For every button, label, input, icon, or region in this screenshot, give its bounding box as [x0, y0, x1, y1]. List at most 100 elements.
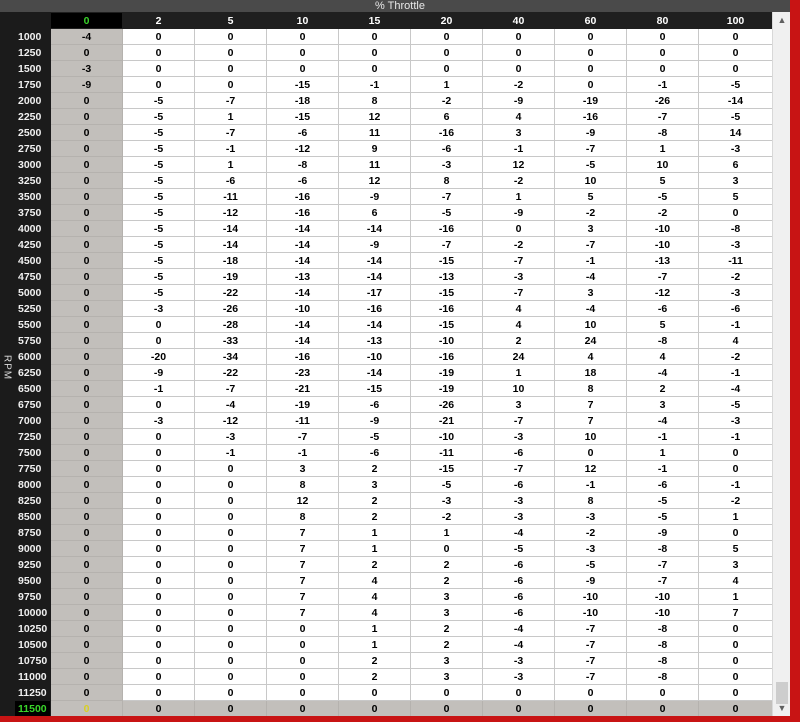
- row-header-rpm[interactable]: 11250: [14, 684, 51, 701]
- table-cell[interactable]: -3: [698, 284, 772, 301]
- table-cell[interactable]: -5: [410, 476, 483, 493]
- table-cell[interactable]: -6: [626, 476, 699, 493]
- table-cell[interactable]: -28: [194, 316, 267, 333]
- table-cell[interactable]: -7: [626, 268, 699, 285]
- table-cell[interactable]: -3: [554, 540, 627, 557]
- table-cell[interactable]: 9: [338, 140, 411, 157]
- table-cell[interactable]: 0: [50, 108, 123, 125]
- table-cell[interactable]: 0: [50, 684, 123, 701]
- table-cell[interactable]: -5: [122, 284, 195, 301]
- table-cell[interactable]: 1: [482, 188, 555, 205]
- table-cell[interactable]: -10: [410, 428, 483, 445]
- table-cell[interactable]: -6: [338, 396, 411, 413]
- table-cell[interactable]: 0: [698, 700, 772, 716]
- table-cell[interactable]: 0: [122, 44, 195, 61]
- table-cell[interactable]: -8: [698, 220, 772, 237]
- table-cell[interactable]: -1: [554, 252, 627, 269]
- table-cell[interactable]: -1: [554, 476, 627, 493]
- table-cell[interactable]: -5: [410, 204, 483, 221]
- table-cell[interactable]: 0: [194, 44, 267, 61]
- table-cell[interactable]: 2: [482, 332, 555, 349]
- table-cell[interactable]: 3: [410, 588, 483, 605]
- row-header-rpm[interactable]: 9250: [14, 556, 51, 573]
- row-header-rpm[interactable]: 7750: [14, 460, 51, 477]
- table-cell[interactable]: -10: [410, 332, 483, 349]
- table-cell[interactable]: 7: [266, 556, 339, 573]
- fuel-trim-grid[interactable]: 0 2 5 10 15 20 40 60 80 100 1000 -4 0 0 0 0 0 0 0 0 0 1250 0 0…: [14, 12, 772, 716]
- table-cell[interactable]: 0: [698, 684, 772, 701]
- table-cell[interactable]: 2: [410, 620, 483, 637]
- table-cell[interactable]: 0: [122, 476, 195, 493]
- table-cell[interactable]: -18: [266, 92, 339, 109]
- table-cell[interactable]: -6: [698, 300, 772, 317]
- table-cell[interactable]: 3: [338, 476, 411, 493]
- table-cell[interactable]: 12: [338, 108, 411, 125]
- table-cell[interactable]: 0: [50, 412, 123, 429]
- table-cell[interactable]: 1: [410, 76, 483, 93]
- table-cell[interactable]: 0: [122, 444, 195, 461]
- table-cell[interactable]: 3: [266, 460, 339, 477]
- table-cell[interactable]: 0: [194, 604, 267, 621]
- table-cell[interactable]: -22: [194, 364, 267, 381]
- table-cell[interactable]: 5: [698, 188, 772, 205]
- table-cell[interactable]: 0: [338, 60, 411, 77]
- table-cell[interactable]: 5: [554, 188, 627, 205]
- table-cell[interactable]: -4: [482, 636, 555, 653]
- table-cell[interactable]: 0: [554, 60, 627, 77]
- row-header-rpm[interactable]: 3500: [14, 188, 51, 205]
- table-cell[interactable]: 0: [194, 700, 267, 716]
- table-cell[interactable]: -7: [626, 556, 699, 573]
- table-cell[interactable]: 0: [410, 60, 483, 77]
- table-cell[interactable]: -8: [626, 636, 699, 653]
- table-cell[interactable]: 0: [338, 44, 411, 61]
- table-cell[interactable]: -5: [122, 204, 195, 221]
- row-header-rpm[interactable]: 3000: [14, 156, 51, 173]
- table-cell[interactable]: 4: [482, 316, 555, 333]
- table-cell[interactable]: 0: [50, 700, 123, 716]
- table-cell[interactable]: -6: [482, 604, 555, 621]
- table-cell[interactable]: -1: [626, 460, 699, 477]
- row-header-rpm[interactable]: 10250: [14, 620, 51, 637]
- table-cell[interactable]: 0: [50, 572, 123, 589]
- table-cell[interactable]: -6: [482, 556, 555, 573]
- column-header[interactable]: 0: [50, 12, 123, 29]
- table-cell[interactable]: 3: [554, 220, 627, 237]
- table-cell[interactable]: -2: [554, 524, 627, 541]
- table-cell[interactable]: -15: [410, 252, 483, 269]
- row-header-rpm[interactable]: 9750: [14, 588, 51, 605]
- row-header-rpm[interactable]: 2250: [14, 108, 51, 125]
- table-cell[interactable]: 0: [50, 316, 123, 333]
- table-cell[interactable]: -2: [554, 204, 627, 221]
- table-cell[interactable]: 0: [698, 636, 772, 653]
- table-cell[interactable]: 0: [122, 460, 195, 477]
- table-cell[interactable]: 0: [266, 700, 339, 716]
- table-cell[interactable]: -1: [122, 380, 195, 397]
- table-cell[interactable]: 4: [482, 108, 555, 125]
- table-cell[interactable]: -7: [410, 188, 483, 205]
- column-header[interactable]: 5: [194, 12, 267, 29]
- table-cell[interactable]: -20: [122, 348, 195, 365]
- table-cell[interactable]: 0: [482, 684, 555, 701]
- table-cell[interactable]: -5: [338, 428, 411, 445]
- table-cell[interactable]: 1: [626, 444, 699, 461]
- table-cell[interactable]: -34: [194, 348, 267, 365]
- table-cell[interactable]: 2: [410, 636, 483, 653]
- table-cell[interactable]: 0: [698, 620, 772, 637]
- table-cell[interactable]: 0: [194, 652, 267, 669]
- row-header-rpm[interactable]: 9500: [14, 572, 51, 589]
- table-cell[interactable]: 11: [338, 124, 411, 141]
- table-cell[interactable]: 7: [266, 588, 339, 605]
- table-cell[interactable]: 12: [554, 460, 627, 477]
- row-header-rpm[interactable]: 5000: [14, 284, 51, 301]
- table-cell[interactable]: 1: [482, 364, 555, 381]
- table-cell[interactable]: 0: [50, 668, 123, 685]
- table-cell[interactable]: -4: [194, 396, 267, 413]
- table-cell[interactable]: -7: [554, 652, 627, 669]
- table-cell[interactable]: 4: [482, 300, 555, 317]
- table-cell[interactable]: -15: [410, 316, 483, 333]
- table-cell[interactable]: 10: [482, 380, 555, 397]
- table-cell[interactable]: 0: [194, 492, 267, 509]
- table-cell[interactable]: -7: [410, 236, 483, 253]
- table-cell[interactable]: 0: [482, 44, 555, 61]
- column-header[interactable]: 80: [626, 12, 699, 29]
